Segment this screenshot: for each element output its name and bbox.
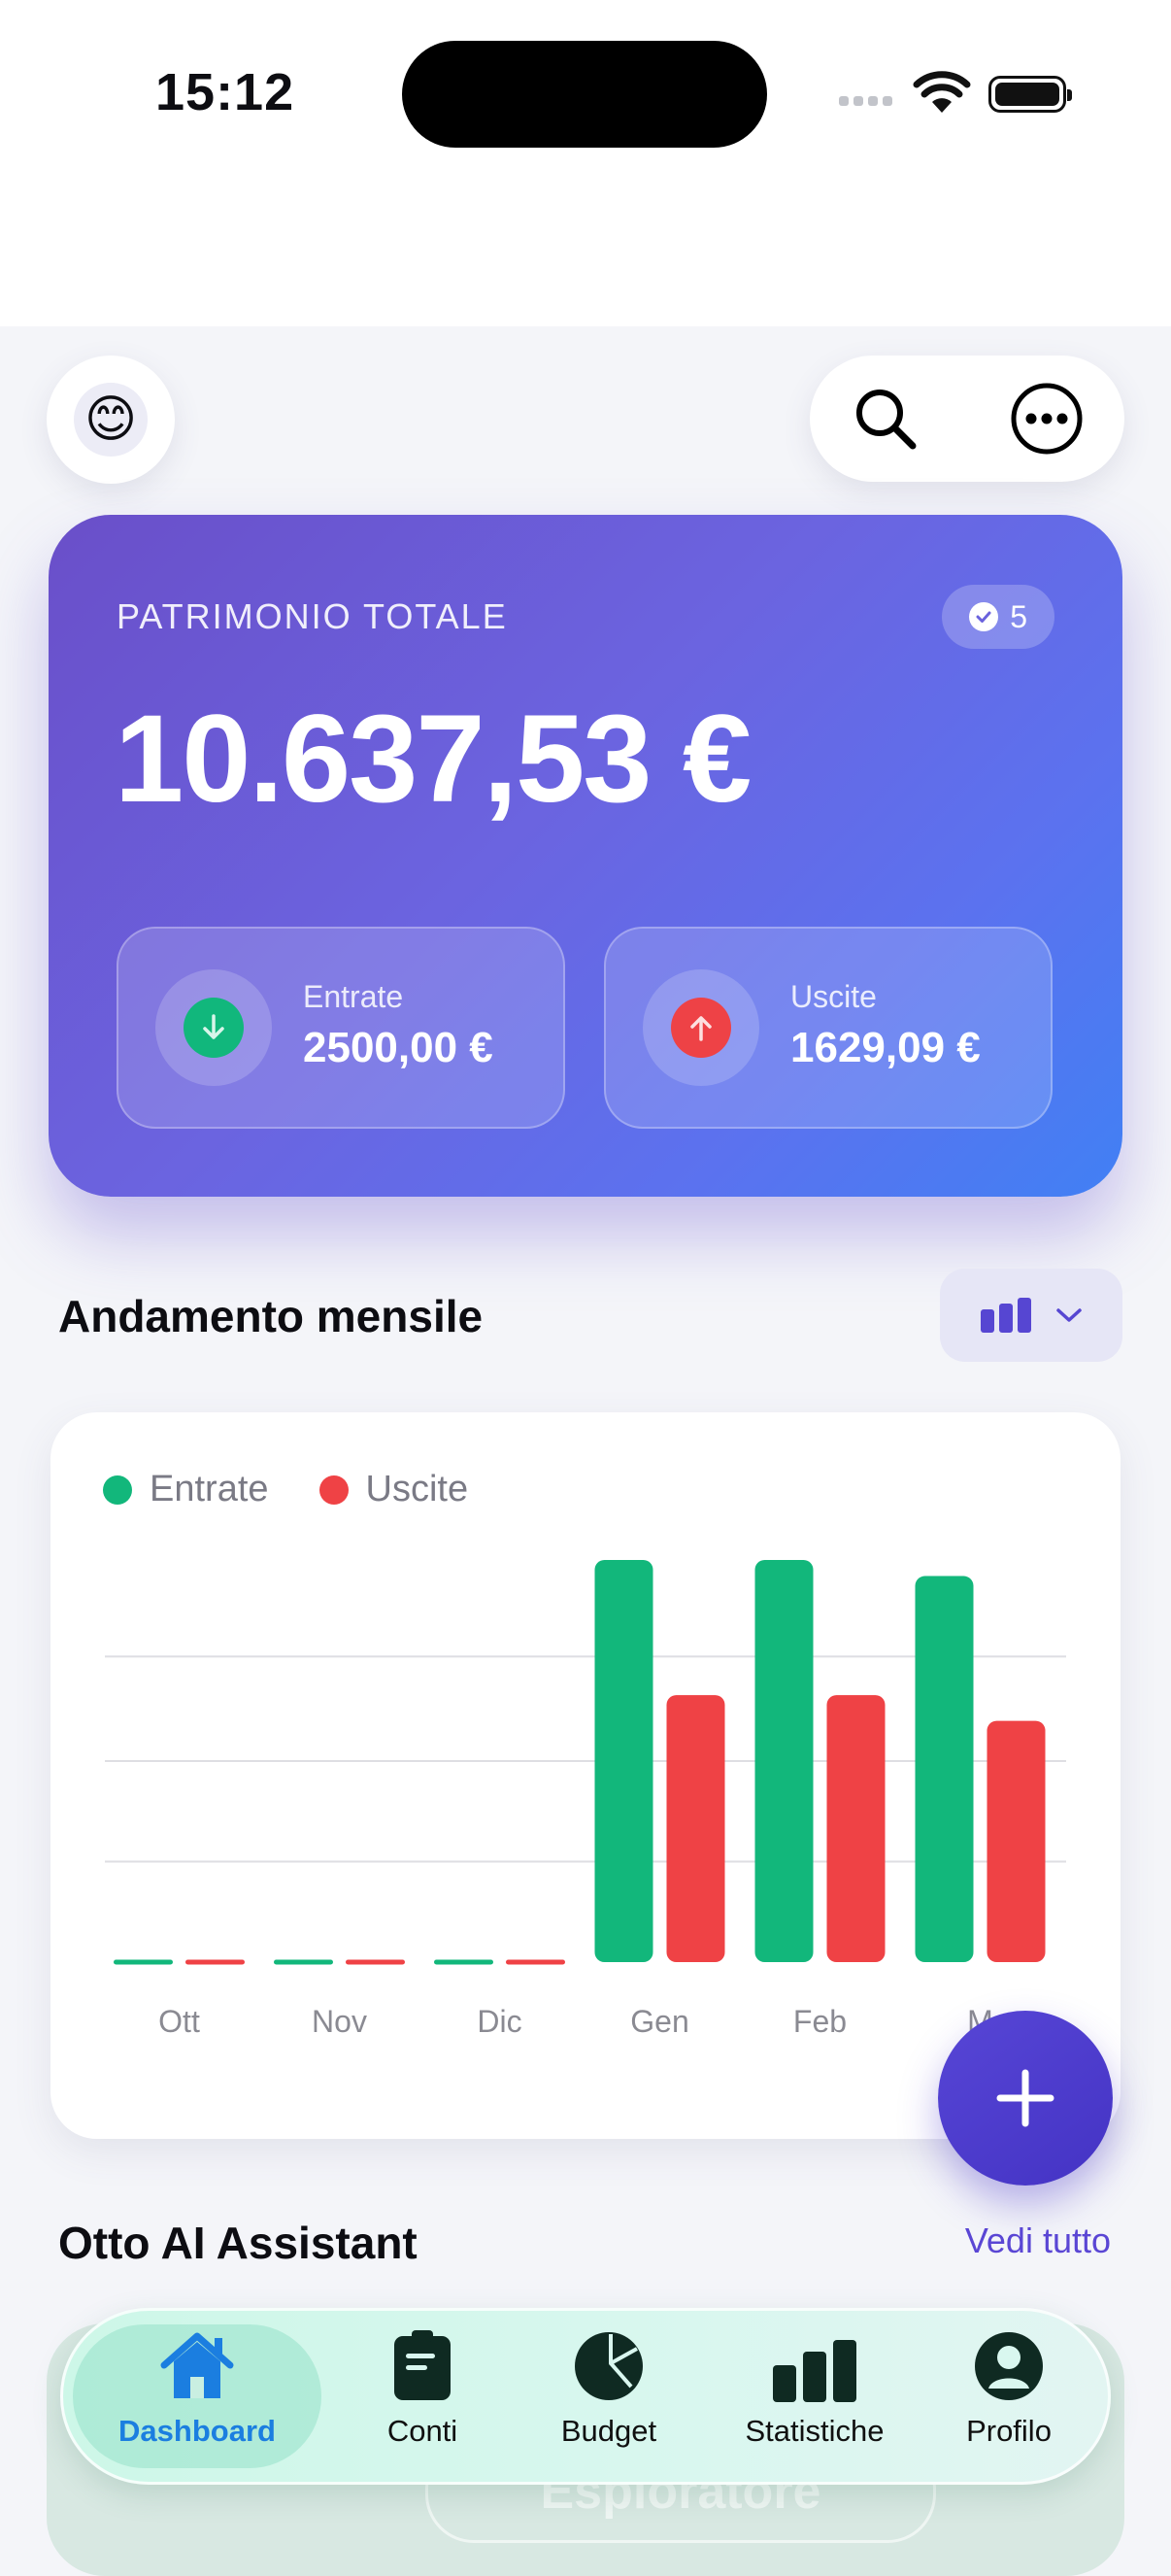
house-icon [160, 2332, 234, 2398]
status-time: 15:12 [155, 63, 295, 121]
document-icon [394, 2330, 451, 2400]
x-tick-label: Nov [312, 2004, 367, 2039]
chevron-down-icon [1056, 1308, 1082, 1322]
x-tick-label: Dic [477, 2004, 521, 2039]
income-tile[interactable]: Entrate 2500,00 € [117, 927, 565, 1129]
expense-label: Uscite [790, 979, 877, 1014]
wifi-icon [913, 71, 971, 113]
tab-label-statistiche: Statistiche [745, 2414, 885, 2448]
balance-card[interactable]: PATRIMONIO TOTALE 5 10.637,53 € Entrate … [49, 515, 1122, 1197]
assistant-section-title: Otto AI Assistant [58, 2218, 418, 2268]
tab-statistiche[interactable]: Statistiche [706, 2324, 923, 2468]
pie-chart-icon [575, 2332, 643, 2400]
monthly-chart-card: Entrate Uscite Ott Nov Dic Gen Feb M [50, 1412, 1121, 2139]
see-all-link[interactable]: Vedi tutto [965, 2220, 1111, 2261]
bar-income-feb[interactable] [754, 1560, 814, 1962]
more-button[interactable] [1008, 380, 1086, 458]
expense-tile[interactable]: Uscite 1629,09 € [604, 927, 1053, 1129]
tab-bar: Dashboard Conti Budget Statistiche Profi… [60, 2308, 1111, 2485]
income-label: Entrate [303, 979, 404, 1014]
ellipsis-circle-icon [1011, 383, 1083, 455]
tab-label-dashboard: Dashboard [118, 2414, 276, 2448]
search-icon [856, 390, 917, 450]
bar-expense-m[interactable] [987, 1720, 1046, 1962]
bar-income-gen[interactable] [594, 1560, 653, 1962]
avatar-button[interactable]: 😊 [47, 356, 175, 484]
tab-label-conti: Conti [386, 2414, 458, 2448]
arrow-up-icon [671, 998, 731, 1058]
search-button[interactable] [847, 380, 924, 458]
bar-chart-icon [773, 2340, 856, 2402]
tab-conti[interactable]: Conti [345, 2324, 500, 2468]
arrow-down-icon [184, 998, 244, 1058]
status-bar: 15:12 [0, 0, 1171, 326]
header-actions [810, 356, 1124, 482]
cellular-signal-icon [839, 93, 917, 113]
trend-section-title: Andamento mensile [58, 1291, 484, 1341]
tab-budget[interactable]: Budget [512, 2324, 706, 2468]
tab-profilo[interactable]: Profilo [931, 2324, 1087, 2468]
tab-label-profilo: Profilo [966, 2414, 1052, 2448]
chart-type-selector[interactable] [940, 1269, 1122, 1362]
income-icon-container [155, 969, 272, 1086]
badge-count: 5 [1010, 598, 1027, 634]
person-circle-icon [975, 2332, 1043, 2400]
plus-icon [996, 2069, 1054, 2127]
tab-label-budget: Budget [560, 2414, 657, 2448]
add-transaction-button[interactable] [938, 2011, 1113, 2186]
x-tick-label: Feb [793, 2004, 847, 2039]
x-tick-label: Ott [158, 2004, 200, 2039]
avatar-emoji: 😊 [74, 383, 148, 457]
total-balance: 10.637,53 € [115, 690, 752, 829]
battery-icon [988, 76, 1072, 113]
expense-value: 1629,09 € [790, 1024, 981, 1071]
accounts-badge[interactable]: 5 [942, 585, 1054, 649]
expense-icon-container [643, 969, 759, 1086]
bar-chart: Ott Nov Dic Gen Feb M [105, 1560, 1066, 2039]
bar-chart-icon [981, 1298, 1031, 1333]
balance-label: PATRIMONIO TOTALE [117, 596, 508, 636]
bar-expense-feb[interactable] [826, 1695, 886, 1962]
x-tick-label: Gen [630, 2004, 688, 2039]
checkmark-icon [969, 602, 999, 631]
bar-expense-gen[interactable] [666, 1695, 725, 1962]
income-value: 2500,00 € [303, 1024, 493, 1071]
dynamic-island [402, 41, 767, 148]
bar-income-m[interactable] [915, 1576, 974, 1962]
tab-dashboard[interactable]: Dashboard [73, 2324, 321, 2468]
